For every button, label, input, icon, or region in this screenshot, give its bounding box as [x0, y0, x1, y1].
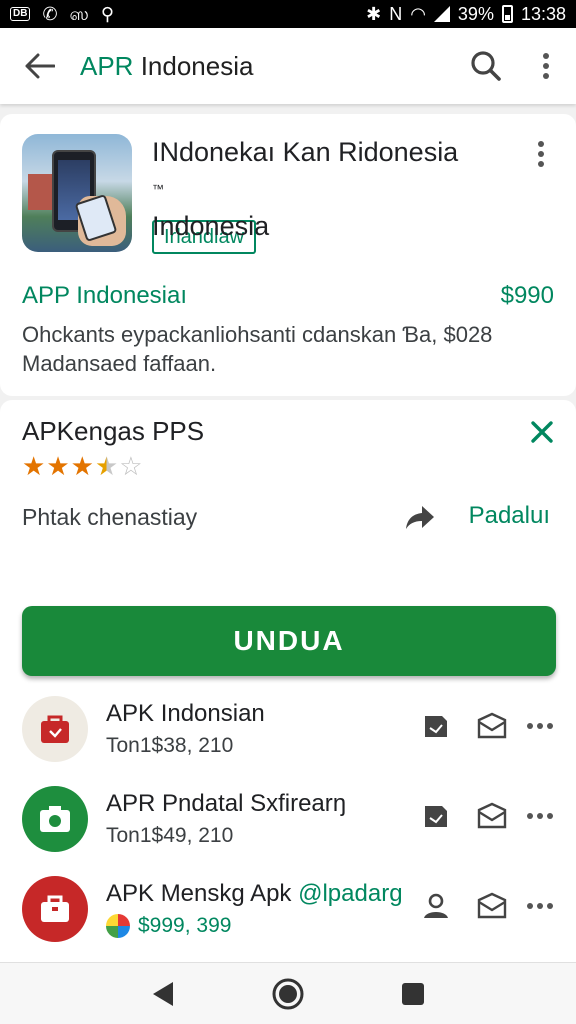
app-title-line1: INdonekaı Kan Ridonesia	[152, 137, 459, 167]
shopping-bag-icon	[22, 696, 88, 762]
more-vert-icon	[538, 141, 544, 167]
star-outline-icon: ☆	[119, 451, 143, 481]
status-bar: DB ✆ ஸ ⚲ ✱ N ◠ 39% 13:38	[0, 0, 576, 28]
location-icon: ⚲	[100, 4, 115, 24]
page-title-prefix: APR	[80, 50, 134, 81]
star-icon: ★	[70, 451, 94, 481]
briefcase-icon	[22, 876, 88, 942]
notification-badge: DB	[10, 7, 31, 21]
review-subtitle: Phtak chenastiay	[22, 504, 198, 530]
battery-percent: 39%	[457, 3, 494, 24]
app-price: $990	[500, 282, 554, 309]
home-circle-icon	[272, 978, 304, 1009]
page-title: APR Indonesia	[80, 51, 456, 82]
triangle-back-icon	[152, 981, 173, 1006]
list-item-subtitle: Ton1$38, 210	[106, 734, 234, 757]
folder-icon[interactable]	[420, 800, 452, 832]
nav-back-button[interactable]	[143, 974, 183, 1014]
square-recents-icon	[402, 982, 425, 1005]
inbox-icon[interactable]	[476, 890, 508, 922]
list-item-title: APK Menskɡ Apk @lpadarg	[106, 880, 403, 908]
nav-recents-button[interactable]	[393, 974, 433, 1014]
store-logo-icon	[106, 914, 130, 938]
more-icon[interactable]	[524, 800, 556, 832]
list-item[interactable]: APK Indonsian Ton1$38, 210	[0, 688, 576, 778]
share-label[interactable]: Padaluı	[469, 502, 550, 530]
nfc-icon: N	[389, 3, 403, 24]
list-item-title: APR Pndatal Sxfirearŋ	[106, 790, 347, 817]
search-button[interactable]	[456, 28, 516, 104]
camera-icon	[22, 786, 88, 852]
app-more-button[interactable]	[526, 136, 556, 172]
overflow-menu-button[interactable]	[516, 28, 576, 104]
nav-home-button[interactable]	[268, 974, 308, 1014]
search-icon	[471, 51, 501, 81]
more-vert-icon	[543, 53, 549, 79]
wifi-icon: ◠	[410, 3, 426, 24]
review-card: APKengas PPS ★ ★ ★ ★ ☆ Phtak chenastiay …	[0, 400, 576, 970]
inbox-icon[interactable]	[476, 800, 508, 832]
more-icon[interactable]	[524, 710, 556, 742]
arrow-back-icon	[25, 53, 55, 79]
list-item-title: APK Indonsian	[106, 700, 265, 727]
rating-stars: ★ ★ ★ ★ ☆	[22, 452, 143, 480]
similar-apps-list: APK Indonsian Ton1$38, 210 APR Pndatal S…	[0, 688, 576, 958]
battery-icon	[501, 5, 513, 23]
star-icon: ★	[22, 451, 46, 481]
list-item[interactable]: APR Pndatal Sxfirearŋ Ton1$49, 210	[0, 778, 576, 868]
notification-icon: ✆	[42, 4, 58, 24]
trademark-symbol: ™	[152, 182, 164, 196]
list-item-handle: @lpadarg	[298, 880, 403, 907]
share-icon[interactable]	[404, 502, 436, 532]
person-icon[interactable]	[420, 890, 452, 922]
back-button[interactable]	[0, 28, 80, 104]
inbox-icon[interactable]	[476, 710, 508, 742]
close-icon	[531, 421, 553, 443]
developer-name[interactable]: APP Indonesiaı	[22, 282, 187, 310]
list-item-subtitle: Ton1$49, 210	[106, 824, 234, 847]
star-icon: ★	[46, 451, 70, 481]
notification-glyph: ஸ	[69, 4, 89, 24]
list-item-title-text: APK Menskɡ Apk	[106, 880, 292, 907]
app-description: Ohckants eypackanliohsanti cdanskan Ɓa, …	[22, 322, 493, 376]
list-item[interactable]: APK Menskɡ Apk @lpadarg $999, 399	[0, 868, 576, 958]
app-title-line2: Indonesia	[152, 211, 270, 241]
app-title: INdonekaı Kan Ridonesia ™ Indonesia	[152, 134, 512, 245]
review-title: APKengas PPS	[22, 416, 205, 446]
app-icon[interactable]	[22, 134, 132, 252]
page-title-text: Indonesia	[140, 50, 254, 81]
list-item-subtitle: $999, 399	[106, 914, 231, 938]
signal-icon	[433, 6, 450, 22]
developer-row: APP Indonesiaı $990	[22, 282, 554, 310]
clock: 13:38	[520, 3, 566, 24]
more-icon[interactable]	[524, 890, 556, 922]
install-button[interactable]: UNDUA	[22, 606, 556, 676]
list-item-price: $999, 399	[138, 914, 232, 937]
building-graphic	[28, 174, 52, 210]
close-button[interactable]	[524, 414, 560, 450]
bluetooth-icon: ✱	[366, 3, 382, 24]
app-bar: APR Indonesia	[0, 28, 576, 104]
system-nav-bar	[0, 962, 576, 1024]
star-half-icon: ★	[94, 451, 119, 481]
folder-icon[interactable]	[420, 710, 452, 742]
